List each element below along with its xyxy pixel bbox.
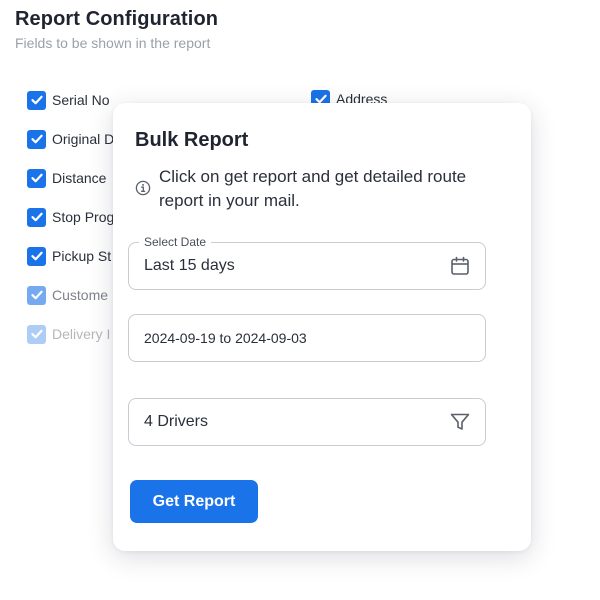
dialog-info-text: Click on get report and get detailed rou… <box>159 167 467 210</box>
field-label: Custome <box>52 287 109 303</box>
page-title: Report Configuration <box>15 8 219 30</box>
drivers-field[interactable]: 4 Drivers <box>128 398 486 446</box>
date-select-field[interactable]: Select Date Last 15 days <box>128 235 486 290</box>
checkbox-checked-icon[interactable] <box>27 324 46 344</box>
field-label: Distance <box>52 170 107 186</box>
field-label: Stop Prog <box>52 209 115 225</box>
date-select-value: Last 15 days <box>144 257 235 274</box>
dialog-title: Bulk Report <box>135 129 249 151</box>
filter-icon[interactable] <box>449 411 471 433</box>
checkbox-checked-icon[interactable] <box>27 168 46 188</box>
drivers-value: 4 Drivers <box>144 413 209 430</box>
checkbox-checked-icon[interactable] <box>27 207 46 227</box>
field-label: Pickup St <box>52 248 112 264</box>
checkbox-checked-icon[interactable] <box>27 285 46 305</box>
get-report-button[interactable]: Get Report <box>130 480 258 523</box>
field-delivery[interactable]: Delivery I <box>27 323 110 345</box>
page-subtitle: Fields to be shown in the report <box>15 35 211 51</box>
checkbox-checked-icon[interactable] <box>27 129 46 149</box>
field-label: Serial No <box>52 92 110 108</box>
checkbox-checked-icon[interactable] <box>27 90 46 110</box>
field-serial-no[interactable]: Serial No <box>27 89 110 111</box>
info-icon <box>135 180 151 196</box>
field-stop-progress[interactable]: Stop Prog <box>27 206 114 228</box>
field-customer[interactable]: Custome <box>27 284 108 306</box>
field-label: Original D <box>52 131 115 147</box>
checkbox-checked-icon[interactable] <box>27 246 46 266</box>
date-range-value: 2024-09-19 to 2024-09-03 <box>144 330 307 346</box>
field-pickup[interactable]: Pickup St <box>27 245 111 267</box>
field-label: Delivery I <box>52 326 111 342</box>
field-original[interactable]: Original D <box>27 128 114 150</box>
date-range-field[interactable]: 2024-09-19 to 2024-09-03 <box>128 314 486 362</box>
field-distance[interactable]: Distance <box>27 167 106 189</box>
bulk-report-dialog: Bulk Report Click on get report and get … <box>113 103 531 551</box>
calendar-icon[interactable] <box>449 255 471 277</box>
